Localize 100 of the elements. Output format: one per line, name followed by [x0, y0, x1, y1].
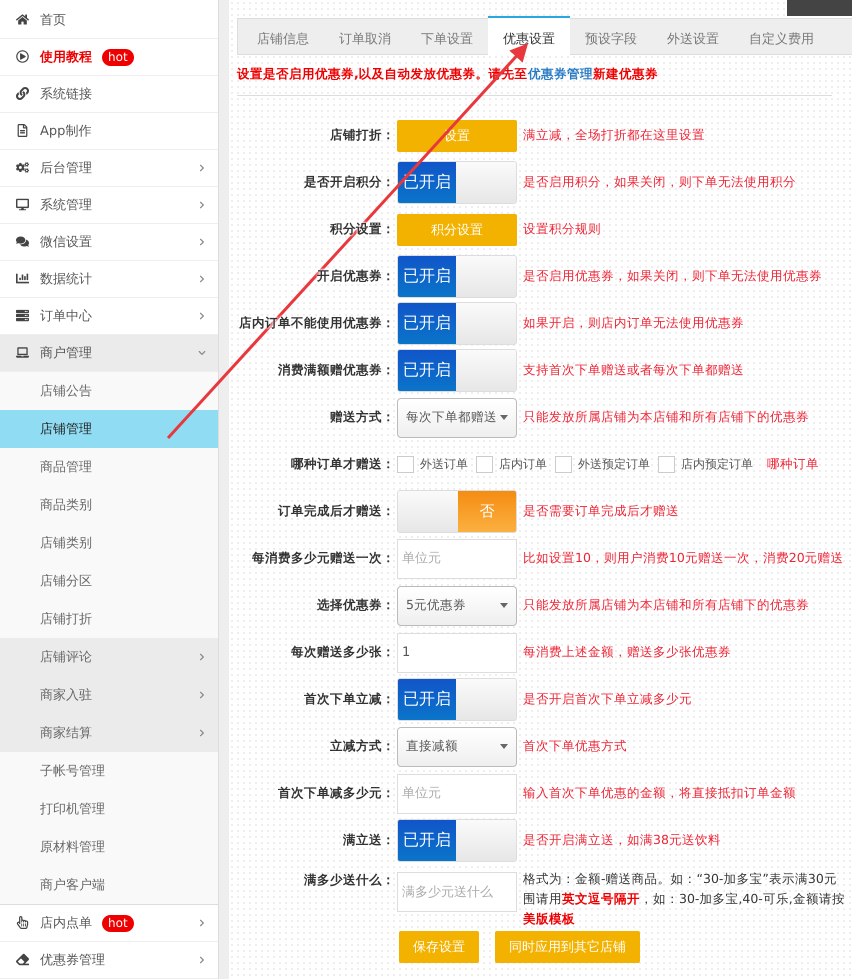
hint-text: 输入首次下单优惠的金额，将直接抵扣订单金额	[523, 785, 796, 802]
input-field[interactable]: 满多少元送什么	[397, 872, 517, 912]
menu-label: 首页	[40, 12, 66, 29]
field-label: 满多少送什么：	[303, 872, 396, 889]
submenu-item[interactable]: 店铺类别	[0, 524, 218, 562]
link-icon	[16, 87, 30, 101]
checkbox[interactable]	[397, 456, 414, 473]
sidebar-item[interactable]: 商户管理	[0, 335, 218, 372]
toggle-switch[interactable]: 已开启	[397, 255, 517, 298]
submenu-item[interactable]: 商品管理	[0, 448, 218, 486]
checkbox[interactable]	[555, 456, 572, 473]
hint-text: 只能发放所属店铺为本店铺和所有店铺下的优惠券	[523, 597, 809, 614]
input-field[interactable]: 1	[397, 632, 517, 672]
field-label: 开启优惠券：	[316, 268, 396, 285]
toggle-switch[interactable]: 已开启	[397, 678, 517, 721]
tab[interactable]: 店铺信息	[242, 16, 324, 55]
input-field[interactable]: 单位元	[397, 538, 517, 578]
menu-label: 微信设置	[40, 234, 92, 251]
submenu-item[interactable]: 打印机管理	[0, 790, 218, 828]
hint-text: 哪种订单	[767, 456, 819, 473]
field-label: 每消费多少元赠送一次：	[251, 550, 396, 567]
toggle-switch[interactable]: 已开启	[397, 302, 517, 345]
menu-label: 店内点单	[40, 915, 92, 932]
gears-icon	[16, 161, 30, 175]
hint-text: 是否启用优惠券，如果关闭，则下单无法使用优惠券	[523, 268, 822, 285]
hint-text: 每消费上述金额，赠送多少张优惠券	[523, 644, 731, 661]
coupon-management-link[interactable]: 优惠券管理	[528, 66, 593, 81]
hint-text: 只能发放所属店铺为本店铺和所有店铺下的优惠券	[523, 409, 809, 426]
dark-panel	[787, 0, 852, 16]
hint-text: 格式为：金额-赠送商品。如：“30-加多宝”表示满30元 围请用英文逗号隔开，如：30-加多宝,40-可乐,金额请按 美版模板	[523, 870, 845, 928]
checkbox-label: 店内预定订单	[681, 456, 753, 473]
submenu-item[interactable]: 店铺分区	[0, 562, 218, 600]
menu-label: 后台管理	[40, 160, 92, 177]
tab[interactable]: 订单取消	[324, 16, 406, 55]
hint-text: 设置积分规则	[523, 221, 601, 238]
menu-label: 优惠券管理	[40, 952, 105, 969]
field-label: 赠送方式：	[329, 409, 396, 426]
hint-text: 是否开启满立送，如满38元送饮料	[523, 832, 721, 849]
laptop-icon	[16, 346, 30, 360]
chevron-right-icon	[198, 275, 206, 283]
submenu-item[interactable]: 店铺公告	[0, 372, 218, 410]
submenu-item[interactable]: 店铺打折	[0, 600, 218, 638]
monitor-icon	[16, 198, 30, 212]
menu-label: App制作	[40, 123, 92, 140]
field-label: 首次下单减多少元：	[277, 785, 396, 802]
list-icon	[16, 309, 30, 323]
document-icon	[16, 124, 30, 138]
chevron-right-icon	[198, 653, 206, 661]
field-label: 选择优惠券：	[316, 597, 396, 614]
toggle-switch[interactable]: 已开启	[397, 819, 517, 862]
menu-label: 系统链接	[40, 86, 92, 103]
tab[interactable]: 预设字段	[570, 16, 652, 55]
hint-text: 是否开启首次下单立减多少元	[523, 691, 692, 708]
dropdown-select[interactable]: 5元优惠券	[397, 586, 517, 626]
submenu-item[interactable]: 商家结算	[0, 714, 218, 752]
checkbox[interactable]	[476, 456, 493, 473]
tab[interactable]: 自定义费用	[734, 16, 829, 55]
home-icon	[16, 13, 30, 27]
chevron-right-icon	[198, 691, 206, 699]
hint-text: 如果开启，则店内订单无法使用优惠券	[523, 315, 744, 332]
checkbox-label: 店内订单	[499, 456, 547, 473]
submenu-item[interactable]: 店铺评论	[0, 638, 218, 676]
field-label: 满立送：	[342, 832, 396, 849]
hint-text: 比如设置10，则用户消费10元赠送一次，消费20元赠送	[523, 550, 844, 567]
dropdown-select[interactable]: 每次下单都赠送	[397, 398, 517, 438]
toggle-switch[interactable]: 已开启	[397, 349, 517, 392]
menu-label: 商户管理	[40, 345, 92, 362]
chevron-right-icon	[198, 201, 206, 209]
tab[interactable]: 外送设置	[652, 16, 734, 55]
field-label: 每次赠送多少张：	[290, 644, 396, 661]
dropdown-select[interactable]: 直接减额	[397, 726, 517, 766]
menu-label: 使用教程	[40, 49, 92, 66]
submenu-item[interactable]: 商户客户端	[0, 866, 218, 904]
submenu-item[interactable]: 子帐号管理	[0, 752, 218, 790]
menu-label: 订单中心	[40, 308, 92, 325]
chevron-down-icon	[198, 349, 206, 357]
submenu-item[interactable]: 商家入驻	[0, 676, 218, 714]
field-label: 首次下单立减：	[303, 691, 396, 708]
hint-text: 是否需要订单完成后才赠送	[523, 503, 679, 520]
checkbox-label: 外送预定订单	[578, 456, 650, 473]
hint-text: 支持首次下单赠送或者每次下单都赠送	[523, 362, 744, 379]
chevron-right-icon	[198, 164, 206, 172]
hint-text: 首次下单优惠方式	[523, 738, 627, 755]
chevron-right-icon	[198, 956, 206, 964]
tab[interactable]: 优惠设置	[488, 16, 570, 55]
field-label: 消费满额赠优惠券：	[277, 362, 396, 379]
submenu-item[interactable]: 商品类别	[0, 486, 218, 524]
menu-label: 数据统计	[40, 271, 92, 288]
hot-badge: hot	[102, 48, 134, 66]
chevron-right-icon	[198, 238, 206, 246]
tab[interactable]: 下单设置	[406, 16, 488, 55]
field-label: 哪种订单才赠送：	[290, 456, 396, 473]
submenu-item[interactable]: 店铺管理	[0, 410, 218, 448]
hint-text: 满立减，全场打折都在这里设置	[523, 127, 705, 144]
hint-text: 是否启用积分，如果关闭，则下单无法使用积分	[523, 174, 796, 191]
chevron-right-icon	[198, 312, 206, 320]
checkbox[interactable]	[658, 456, 675, 473]
eraser-icon	[16, 953, 30, 967]
input-field[interactable]: 单位元	[397, 774, 517, 814]
submenu-item[interactable]: 原材料管理	[0, 828, 218, 866]
